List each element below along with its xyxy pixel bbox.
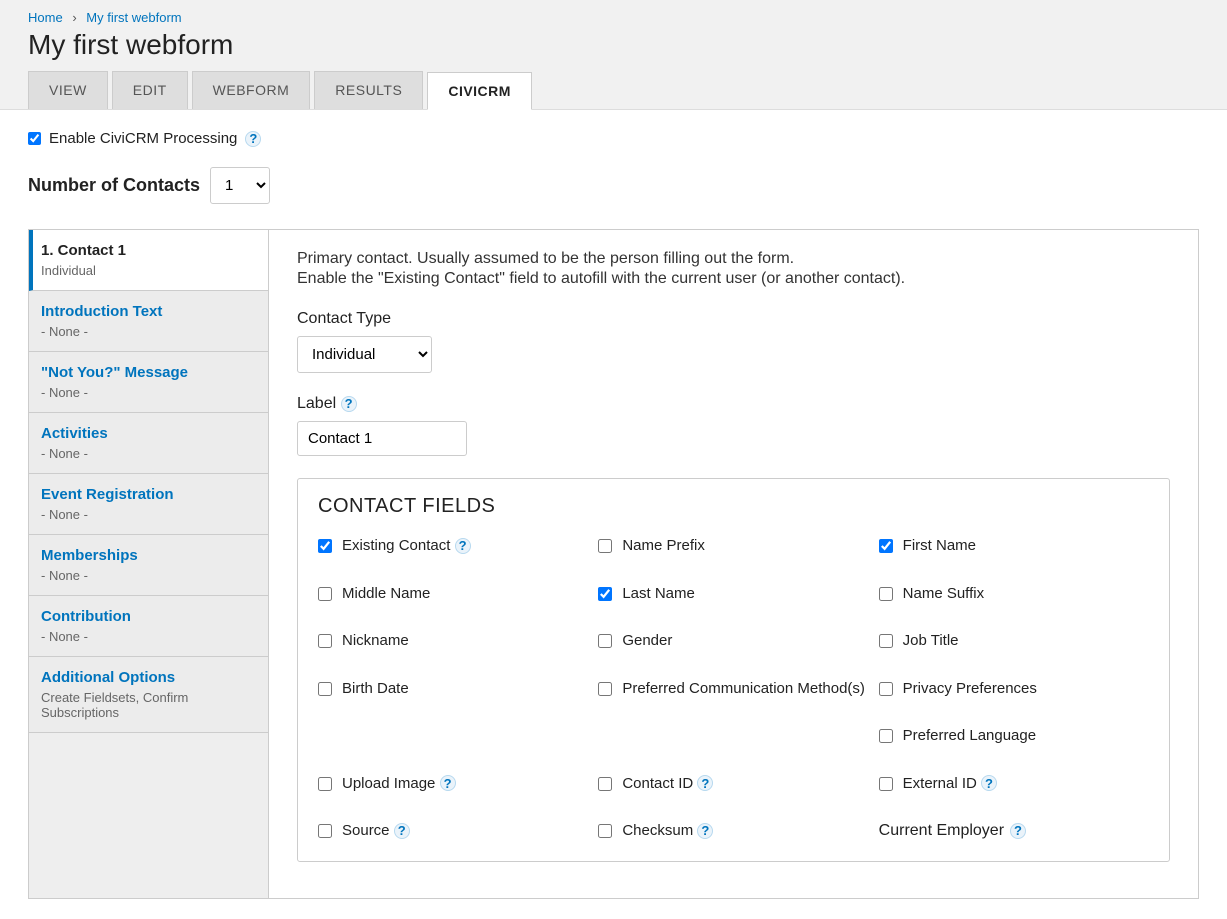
desc-2: Enable the "Existing Contact" field to a… xyxy=(297,270,1170,288)
sidebar-item-sub: - None - xyxy=(41,568,256,583)
check-label: Name Prefix xyxy=(622,536,705,556)
help-icon[interactable]: ? xyxy=(440,775,456,791)
check-existing-contact[interactable] xyxy=(318,539,332,553)
check-first-name[interactable] xyxy=(879,539,893,553)
check-label: Middle Name xyxy=(342,584,430,604)
sidebar-item-title: "Not You?" Message xyxy=(41,364,256,381)
help-icon[interactable]: ? xyxy=(455,538,471,554)
main-panel: 1. Contact 1 Individual Introduction Tex… xyxy=(28,229,1199,899)
sidebar-item-event-registration[interactable]: Event Registration - None - xyxy=(29,474,268,535)
check-label: Checksum ? xyxy=(622,821,713,841)
check-label: Preferred Language xyxy=(903,726,1036,746)
check-job-title[interactable] xyxy=(879,634,893,648)
help-icon[interactable]: ? xyxy=(1010,823,1026,839)
check-label: Birth Date xyxy=(342,679,409,699)
tab-results[interactable]: RESULTS xyxy=(314,71,423,109)
sidebar-item-sub: - None - xyxy=(41,507,256,522)
check-label: Name Suffix xyxy=(903,584,984,604)
sidebar-item-not-you[interactable]: "Not You?" Message - None - xyxy=(29,352,268,413)
fieldset-title: CONTACT FIELDS xyxy=(318,495,1149,518)
check-last-name[interactable] xyxy=(598,587,612,601)
check-label: Source ? xyxy=(342,821,410,841)
sidebar-item-title: Memberships xyxy=(41,547,256,564)
help-icon[interactable]: ? xyxy=(697,775,713,791)
desc-1: Primary contact. Usually assumed to be t… xyxy=(297,250,1170,268)
label-input[interactable] xyxy=(297,421,467,456)
contacts-label: Number of Contacts xyxy=(28,175,200,196)
help-icon[interactable]: ? xyxy=(245,131,261,147)
sidebar-item-title: Introduction Text xyxy=(41,303,256,320)
header-area: Home › My first webform My first webform… xyxy=(0,0,1227,110)
check-name-suffix[interactable] xyxy=(879,587,893,601)
contact-type-select[interactable]: Individual xyxy=(297,336,432,373)
sidebar-item-activities[interactable]: Activities - None - xyxy=(29,413,268,474)
sidebar-item-intro-text[interactable]: Introduction Text - None - xyxy=(29,291,268,352)
sidebar-item-title: 1. Contact 1 xyxy=(41,242,256,259)
sidebar-item-title: Contribution xyxy=(41,608,256,625)
contact-fields-fieldset: CONTACT FIELDS Existing Contact ? Name P… xyxy=(297,478,1170,862)
breadcrumb: Home › My first webform xyxy=(28,10,1199,25)
help-icon[interactable]: ? xyxy=(394,823,410,839)
sidebar-item-sub: Create Fieldsets, Confirm Subscriptions xyxy=(41,690,256,720)
sidebar-item-sub: - None - xyxy=(41,446,256,461)
contacts-row: Number of Contacts 1 xyxy=(28,167,1199,204)
breadcrumb-item[interactable]: My first webform xyxy=(86,10,181,25)
breadcrumb-home[interactable]: Home xyxy=(28,10,63,25)
check-upload-image[interactable] xyxy=(318,777,332,791)
page-title: My first webform xyxy=(28,29,1199,61)
enable-civicrm-checkbox[interactable] xyxy=(28,132,41,145)
sidebar-item-sub: - None - xyxy=(41,324,256,339)
content-area: Primary contact. Usually assumed to be t… xyxy=(269,230,1198,898)
check-nickname[interactable] xyxy=(318,634,332,648)
check-label: Contact ID ? xyxy=(622,774,713,794)
sidebar-item-sub: - None - xyxy=(41,629,256,644)
tabs: VIEW EDIT WEBFORM RESULTS CIVICRM xyxy=(28,71,1199,109)
breadcrumb-sep: › xyxy=(72,10,76,25)
check-middle-name[interactable] xyxy=(318,587,332,601)
check-label: Job Title xyxy=(903,631,959,651)
check-privacy-prefs[interactable] xyxy=(879,682,893,696)
sidebar-item-additional-options[interactable]: Additional Options Create Fieldsets, Con… xyxy=(29,657,268,733)
sidebar-item-title: Additional Options xyxy=(41,669,256,686)
check-label: Last Name xyxy=(622,584,695,604)
check-gender[interactable] xyxy=(598,634,612,648)
sidebar-item-title: Event Registration xyxy=(41,486,256,503)
check-label: Existing Contact ? xyxy=(342,536,471,556)
check-label: Privacy Preferences xyxy=(903,679,1037,699)
check-label: Gender xyxy=(622,631,672,651)
help-icon[interactable]: ? xyxy=(341,396,357,412)
check-preferred-language[interactable] xyxy=(879,729,893,743)
help-icon[interactable]: ? xyxy=(697,823,713,839)
check-label: Upload Image ? xyxy=(342,774,456,794)
check-name-prefix[interactable] xyxy=(598,539,612,553)
sidebar-item-contribution[interactable]: Contribution - None - xyxy=(29,596,268,657)
check-birth-date[interactable] xyxy=(318,682,332,696)
sidebar: 1. Contact 1 Individual Introduction Tex… xyxy=(29,230,269,898)
tab-civicrm[interactable]: CIVICRM xyxy=(427,72,532,110)
check-label: First Name xyxy=(903,536,976,556)
check-external-id[interactable] xyxy=(879,777,893,791)
sidebar-item-sub: - None - xyxy=(41,385,256,400)
sidebar-item-title: Activities xyxy=(41,425,256,442)
check-checksum[interactable] xyxy=(598,824,612,838)
tab-view[interactable]: VIEW xyxy=(28,71,108,109)
check-label: Nickname xyxy=(342,631,409,651)
enable-civicrm-label: Enable CiviCRM Processing xyxy=(49,130,237,147)
check-label: External ID ? xyxy=(903,774,997,794)
check-label: Preferred Communication Method(s) xyxy=(622,679,865,699)
enable-row: Enable CiviCRM Processing ? xyxy=(28,130,1199,147)
check-comm-method[interactable] xyxy=(598,682,612,696)
tab-edit[interactable]: EDIT xyxy=(112,71,188,109)
sidebar-item-contact-1[interactable]: 1. Contact 1 Individual xyxy=(29,230,268,291)
label-field-label: Label ? xyxy=(297,395,1170,413)
help-icon[interactable]: ? xyxy=(981,775,997,791)
current-employer-label: Current Employer ? xyxy=(879,821,1149,841)
tab-webform[interactable]: WEBFORM xyxy=(192,71,311,109)
contact-type-label: Contact Type xyxy=(297,310,1170,328)
sidebar-item-sub: Individual xyxy=(41,263,256,278)
sidebar-item-memberships[interactable]: Memberships - None - xyxy=(29,535,268,596)
check-source[interactable] xyxy=(318,824,332,838)
contacts-select[interactable]: 1 xyxy=(210,167,270,204)
check-contact-id[interactable] xyxy=(598,777,612,791)
